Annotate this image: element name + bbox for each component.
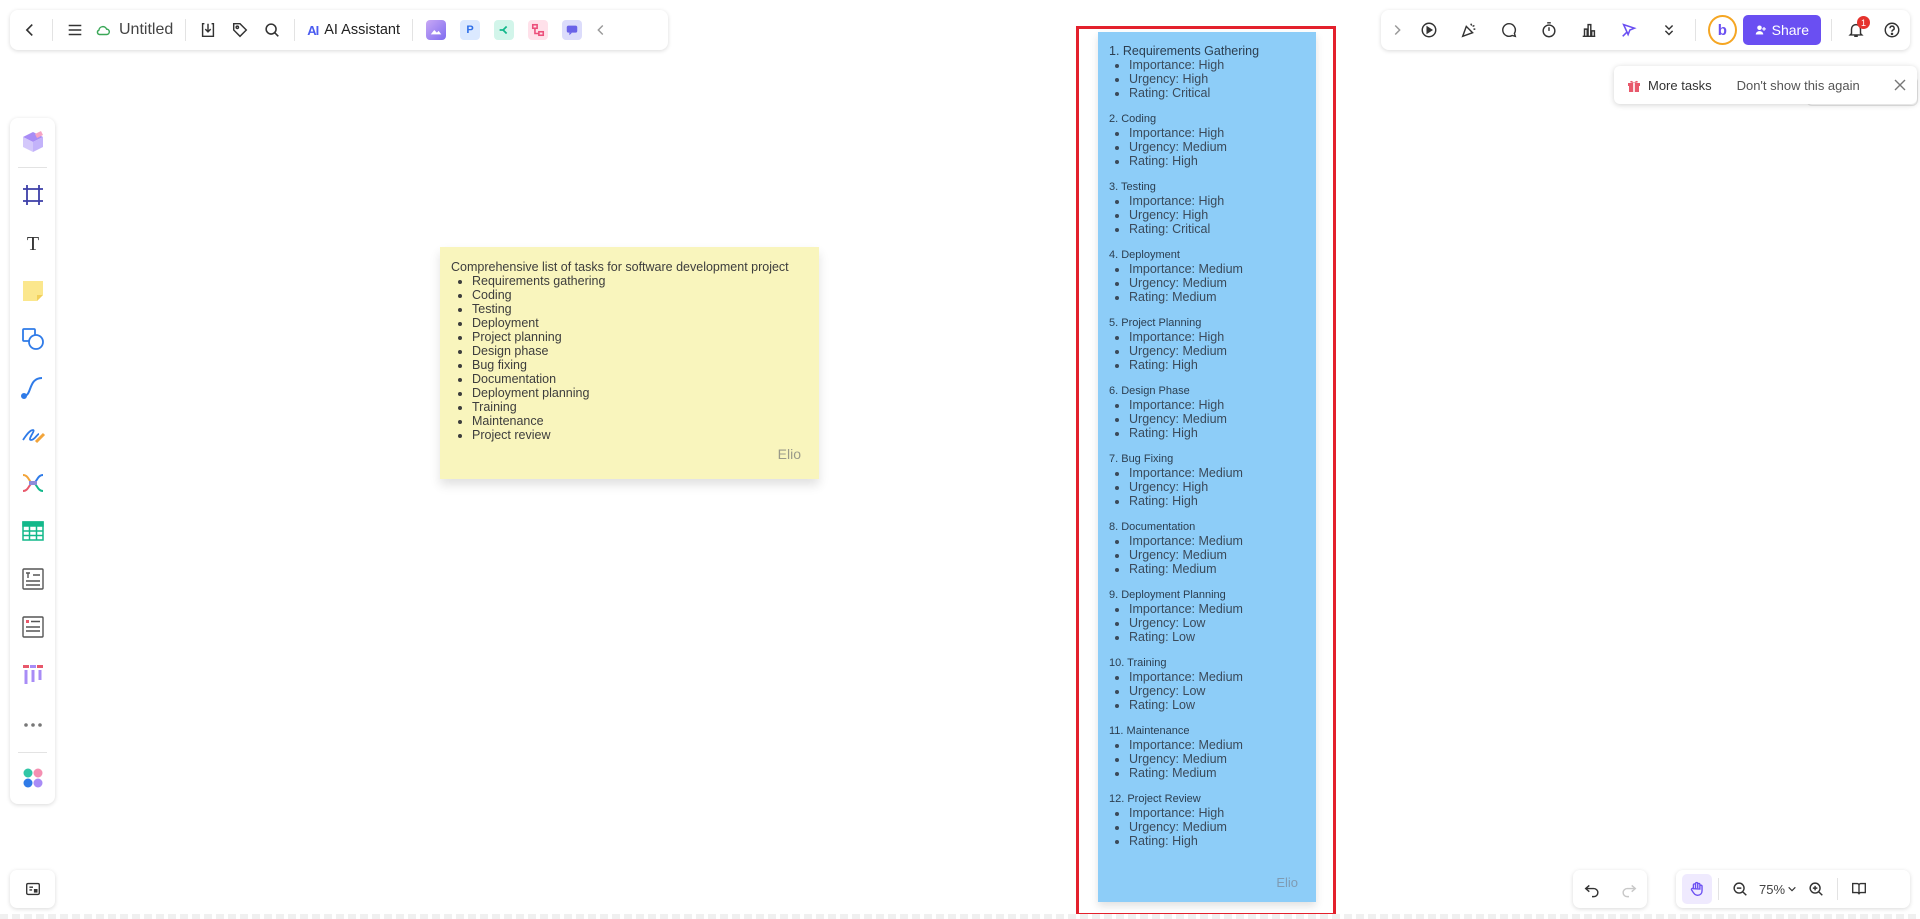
- more-tasks-link[interactable]: More tasks: [1648, 78, 1712, 93]
- p-app-icon[interactable]: P: [460, 20, 481, 40]
- list-item: Requirements gathering: [472, 274, 808, 288]
- list-item: Documentation: [472, 372, 808, 386]
- back-icon[interactable]: [14, 14, 46, 46]
- list-item: Bug fixing: [472, 358, 808, 372]
- zoom-out-icon[interactable]: [1725, 873, 1755, 905]
- list-item: Project planning: [472, 330, 808, 344]
- left-tool-panel: T: [10, 118, 55, 804]
- document-title[interactable]: Untitled: [119, 21, 173, 39]
- download-icon[interactable]: [192, 14, 224, 46]
- ai-assistant-label: AI Assistant: [324, 22, 401, 38]
- tag-icon[interactable]: [224, 14, 256, 46]
- list-item: Project review: [472, 428, 808, 442]
- share-label: Share: [1771, 22, 1809, 38]
- selection-highlight: [1076, 26, 1336, 916]
- menu-icon[interactable]: [59, 14, 91, 46]
- apps-icon[interactable]: [18, 763, 48, 793]
- zoom-dropdown-chevron-icon[interactable]: [1787, 884, 1797, 894]
- frame-icon[interactable]: [18, 180, 48, 210]
- divider: [185, 19, 187, 41]
- list-item: Coding: [472, 288, 808, 302]
- celebrate-icon[interactable]: [1449, 14, 1489, 46]
- minimap-toggle-icon[interactable]: [10, 870, 55, 908]
- zoom-in-icon[interactable]: [1801, 873, 1831, 905]
- top-left-toolbar: Untitled AI AI Assistant P: [10, 10, 668, 50]
- ai-assistant-button[interactable]: AI AI Assistant: [301, 14, 406, 46]
- list-template-icon[interactable]: [18, 612, 48, 642]
- divider: [1837, 878, 1839, 900]
- zoom-controls: 75%: [1676, 870, 1910, 908]
- divider: [52, 19, 53, 41]
- sticky-note-icon[interactable]: [18, 276, 48, 306]
- divider: [18, 752, 47, 753]
- list-item: Design phase: [472, 344, 808, 358]
- search-icon[interactable]: [256, 14, 288, 46]
- timer-icon[interactable]: [1529, 14, 1569, 46]
- close-icon[interactable]: [1893, 78, 1907, 92]
- dont-show-again-link[interactable]: Don't show this again: [1737, 78, 1860, 93]
- list-item: Maintenance: [472, 414, 808, 428]
- divider: [1831, 19, 1832, 41]
- cloud-saved-icon: [91, 14, 115, 46]
- more-tools-icon[interactable]: [18, 710, 48, 740]
- mindmap-tool-icon[interactable]: [18, 468, 48, 498]
- shapes-icon[interactable]: [18, 324, 48, 354]
- svg-text:T: T: [27, 233, 39, 255]
- connector-line-icon[interactable]: [18, 372, 48, 402]
- share-button[interactable]: Share: [1742, 15, 1821, 45]
- divider: [1718, 878, 1719, 900]
- more-tasks-toast: More tasks Don't show this again: [1614, 66, 1917, 104]
- ai-assistant-icon: AI: [307, 22, 319, 38]
- templates-icon[interactable]: [18, 126, 48, 156]
- undo-icon[interactable]: [1576, 873, 1608, 905]
- more-double-chevron-icon[interactable]: [1649, 14, 1689, 46]
- zoom-level[interactable]: 75%: [1759, 882, 1785, 897]
- pen-draw-icon[interactable]: [18, 420, 48, 450]
- notification-bell-icon[interactable]: 1: [1838, 14, 1874, 46]
- avatar[interactable]: b: [1708, 15, 1737, 45]
- list-item: Testing: [472, 302, 808, 316]
- notification-count-badge: 1: [1857, 16, 1870, 29]
- top-right-toolbar: b Share 1: [1381, 10, 1910, 50]
- divider: [412, 19, 414, 41]
- flowchart-app-icon[interactable]: [528, 20, 549, 40]
- list-item: Deployment: [472, 316, 808, 330]
- history-controls: [1573, 870, 1647, 908]
- text-tool-icon[interactable]: T: [18, 228, 48, 258]
- task-list: Requirements gathering Coding Testing De…: [451, 274, 808, 442]
- divider: [1695, 19, 1696, 41]
- list-item: Training: [472, 400, 808, 414]
- expand-chevron-icon[interactable]: [1385, 14, 1409, 46]
- kanban-icon[interactable]: [18, 660, 48, 690]
- list-item: Deployment planning: [472, 386, 808, 400]
- add-user-icon: [1755, 25, 1766, 35]
- present-play-icon[interactable]: [1409, 14, 1449, 46]
- book-guide-icon[interactable]: [1844, 873, 1874, 905]
- sticky-note-task-list[interactable]: Comprehensive list of tasks for software…: [440, 247, 819, 479]
- image-gen-icon[interactable]: [426, 20, 447, 40]
- help-icon[interactable]: [1874, 14, 1910, 46]
- comment-icon[interactable]: [1489, 14, 1529, 46]
- text-block-icon[interactable]: [18, 564, 48, 594]
- table-icon[interactable]: [18, 516, 48, 546]
- sticky-note-heading: Comprehensive list of tasks for software…: [451, 260, 789, 274]
- canvas-ruler: [0, 914, 1920, 919]
- vote-chart-icon[interactable]: [1569, 14, 1609, 46]
- hand-pan-icon[interactable]: [1682, 874, 1712, 904]
- laser-pointer-icon[interactable]: [1609, 14, 1649, 46]
- mindmap-app-icon[interactable]: [494, 20, 515, 40]
- collapse-apps-chevron-icon[interactable]: [589, 14, 613, 46]
- gift-icon: [1628, 80, 1640, 92]
- redo-icon[interactable]: [1613, 873, 1645, 905]
- sticky-note-author: Elio: [777, 446, 801, 462]
- chat-app-icon[interactable]: [562, 20, 583, 40]
- divider: [294, 19, 296, 41]
- divider: [18, 167, 47, 168]
